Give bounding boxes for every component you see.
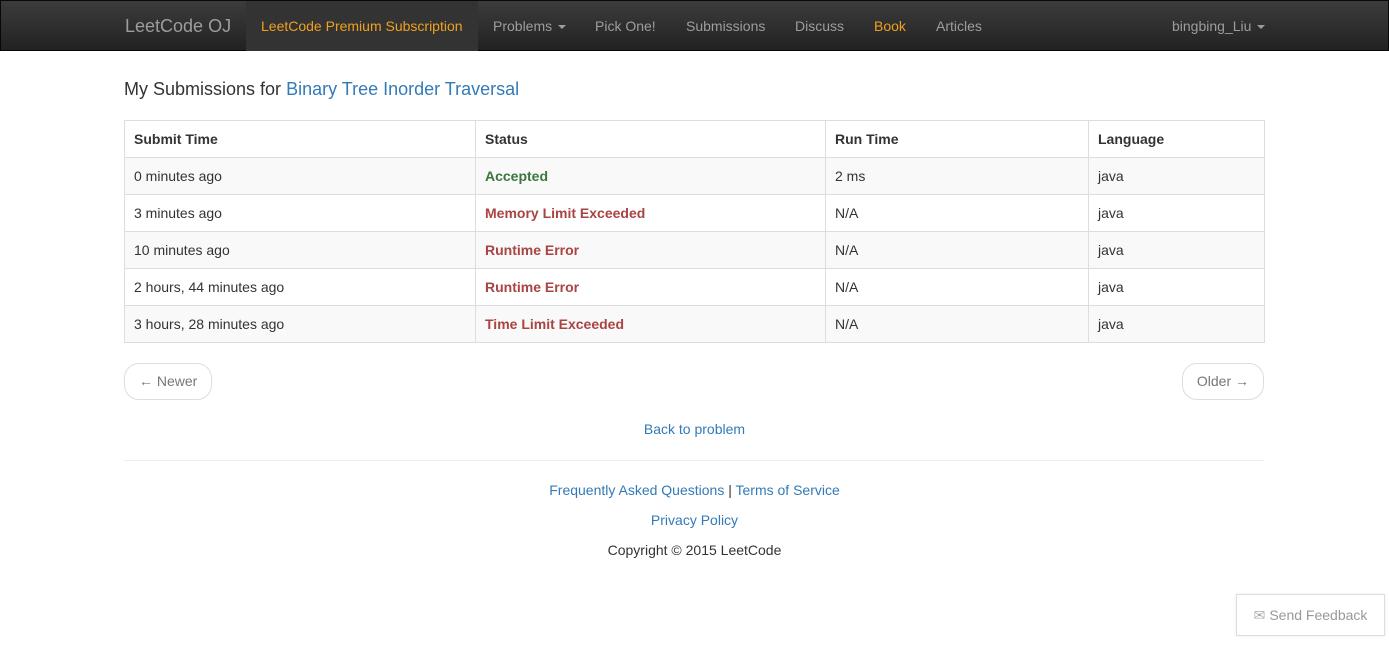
nav-book[interactable]: Book [874,1,906,51]
send-feedback-label: Send Feedback [1269,607,1368,623]
submissions-table: Submit Time Status Run Time Language 0 m… [124,120,1265,343]
copyright: Copyright © 2015 LeetCode [607,542,782,558]
run-time: N/A [825,268,1089,306]
privacy-link[interactable]: Privacy Policy [651,512,738,528]
nav-discuss[interactable]: Discuss [795,1,844,51]
header-run-time: Run Time [825,120,1089,158]
submit-time: 3 hours, 28 minutes ago [124,305,476,343]
nav-submissions[interactable]: Submissions [686,1,765,51]
nav-premium[interactable]: LeetCode Premium Subscription [246,1,478,51]
footer-privacy: Privacy Policy [0,512,1389,528]
back-to-problem-link[interactable]: Back to problem [644,421,745,437]
status-link[interactable]: Runtime Error [485,242,579,258]
terms-link[interactable]: Terms of Service [736,482,840,498]
table-row: 2 hours, 44 minutes ago Runtime Error N/… [124,268,1265,306]
header-language: Language [1088,120,1265,158]
run-time: N/A [825,231,1089,269]
page-title-prefix: My Submissions for [124,79,282,99]
brand-logo[interactable]: LeetCode OJ [125,1,231,51]
language: java [1088,157,1265,195]
send-feedback-button[interactable]: ✉ Send Feedback [1236,594,1385,636]
table-row: 0 minutes ago Accepted 2 ms java [124,157,1265,195]
submit-time: 10 minutes ago [124,231,476,269]
footer-divider [124,460,1264,461]
header-status: Status [475,120,826,158]
footer-links: Frequently Asked Questions | Terms of Se… [0,482,1389,498]
run-time: N/A [825,305,1089,343]
language: java [1088,194,1265,232]
run-time: N/A [825,194,1089,232]
nav-problems[interactable]: Problems [493,1,567,51]
language: java [1088,305,1265,343]
back-link-row: Back to problem [0,421,1389,437]
run-time: 2 ms [825,157,1089,195]
older-button[interactable]: Older → [1181,363,1264,400]
user-menu[interactable]: bingbing_Liu [1172,1,1266,51]
language: java [1088,231,1265,269]
page-title: My Submissions for Binary Tree Inorder T… [124,79,519,100]
language: java [1088,268,1265,306]
table-row: 10 minutes ago Runtime Error N/A java [124,231,1265,269]
status-link[interactable]: Time Limit Exceeded [485,316,624,332]
faq-link[interactable]: Frequently Asked Questions [549,482,724,498]
header-submit-time: Submit Time [124,120,476,158]
top-navbar: LeetCode OJ LeetCode Premium Subscriptio… [0,0,1389,51]
table-header-row: Submit Time Status Run Time Language [124,120,1265,158]
status-link[interactable]: Accepted [485,168,548,184]
footer-separator: | [728,482,732,498]
table-row: 3 hours, 28 minutes ago Time Limit Excee… [124,305,1265,343]
status-link[interactable]: Memory Limit Exceeded [485,205,645,221]
nav-articles[interactable]: Articles [936,1,982,51]
submit-time: 2 hours, 44 minutes ago [124,268,476,306]
status-link[interactable]: Runtime Error [485,279,579,295]
problem-title-link[interactable]: Binary Tree Inorder Traversal [286,79,519,99]
table-row: 3 minutes ago Memory Limit Exceeded N/A … [124,194,1265,232]
submit-time: 3 minutes ago [124,194,476,232]
nav-problems-label: Problems [493,18,553,34]
envelope-icon: ✉ [1253,607,1266,623]
user-name: bingbing_Liu [1172,18,1252,34]
submit-time: 0 minutes ago [124,157,476,195]
newer-button[interactable]: ← Newer [124,363,213,400]
chevron-down-icon [558,25,567,30]
nav-pick-one[interactable]: Pick One! [595,1,656,51]
chevron-down-icon [1257,25,1266,30]
